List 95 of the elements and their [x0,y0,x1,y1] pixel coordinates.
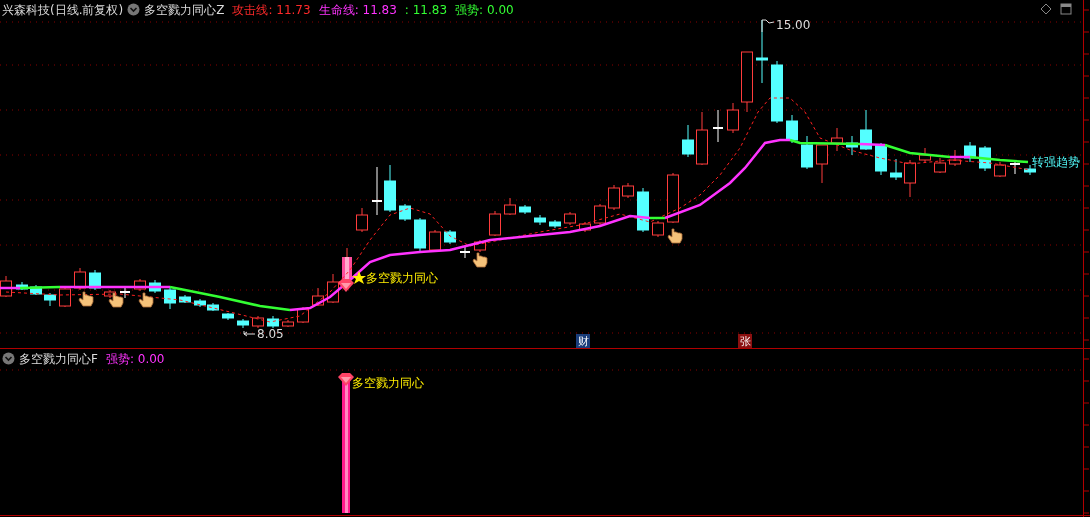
candlestick [0,275,12,298]
candlestick [890,158,902,181]
candlestick [831,127,843,152]
window-icon[interactable] [1060,3,1072,15]
candlestick [474,239,486,253]
dropdown-icon[interactable] [2,352,15,365]
candlestick [771,60,783,124]
candlestick [682,124,694,158]
candlestick [549,219,561,229]
candlestick [1009,159,1021,175]
candlestick [608,184,620,211]
candlestick [399,203,411,222]
candlestick [237,318,249,329]
candlestick [949,149,961,167]
candlestick [459,245,471,259]
indicator-value: 攻击线: 11.73 [232,3,311,17]
candlestick [414,217,426,253]
candlestick [74,267,86,291]
star-icon [352,271,366,284]
candlestick [519,204,531,215]
candlestick [134,278,146,292]
candlestick [444,229,456,245]
candlestick [979,145,991,172]
candlestick [44,292,56,307]
indicator-value: 强势: 0.00 [455,3,514,17]
candlestick [712,109,724,143]
candlestick [579,221,591,233]
candlestick [59,287,71,308]
indicator-name: 多空戮力同心Z [144,3,225,17]
candlestick [696,111,708,166]
stock-title: 兴森科技(日线.前复权) [2,3,124,17]
candlestick [904,159,916,198]
candlestick [89,269,101,291]
low-arrow-icon [243,330,256,337]
candlestick [207,302,219,312]
candlestick [816,144,828,184]
dropdown-icon[interactable] [127,3,141,16]
high-arrow-icon [761,19,775,33]
candlestick [504,197,516,216]
pointing-hand-icon [138,292,154,308]
signal-bar [342,247,352,279]
trend-label: 转强趋势 [1032,155,1080,169]
candlestick [267,315,279,329]
low-price-label: 8.05 [257,327,284,341]
candlestick [282,319,294,328]
candlestick [429,229,441,252]
candlestick [356,207,368,233]
candlestick [327,273,339,304]
candlestick [934,157,946,174]
candlestick [30,284,42,296]
candlestick [16,281,28,291]
candlestick [179,294,191,304]
high-price-label: 15.00 [776,18,811,32]
candlestick [875,142,887,176]
candlestick [312,287,324,307]
signal-label: 多空戮力同心 [366,271,438,285]
candlestick [964,141,976,163]
candlestick [534,214,546,226]
candlestick [252,315,264,329]
candlestick [489,210,501,237]
candlestick [637,187,649,233]
signal-label: 多空戮力同心 [352,376,424,390]
candlestick [860,109,872,151]
pointing-hand-icon [667,228,683,244]
candlestick [622,182,634,199]
indicator-value: : 11.83 [404,3,448,17]
candlestick [786,114,798,144]
indicator-value: 生命线: 11.83 [318,3,397,17]
candlestick [846,135,858,156]
candlestick [741,51,753,113]
candlestick [194,298,206,308]
diamond-icon [338,373,354,386]
candlestick [667,172,679,224]
pointing-hand-icon [108,292,124,308]
pointing-hand-icon [78,291,94,307]
candlestick [652,220,664,238]
diamond-icon [338,279,354,292]
candlestick [119,285,131,299]
candlestick [222,312,234,321]
candlestick [384,164,396,213]
indicator-name: 多空戮力同心F [19,352,98,366]
candlestick [919,147,931,164]
event-marker[interactable]: 张 [738,334,752,348]
indicator-value: 强势: 0.00 [105,352,165,366]
candlestick [801,135,813,170]
pointing-hand-icon [472,252,488,268]
collapse-icon[interactable] [1040,3,1052,15]
candlestick [164,287,176,310]
candlestick [994,161,1006,178]
candlestick [594,203,606,226]
candlestick [149,279,161,294]
event-marker[interactable]: 财 [576,334,590,348]
candlestick [727,102,739,134]
candlestick [564,211,576,226]
candlestick [371,166,383,216]
